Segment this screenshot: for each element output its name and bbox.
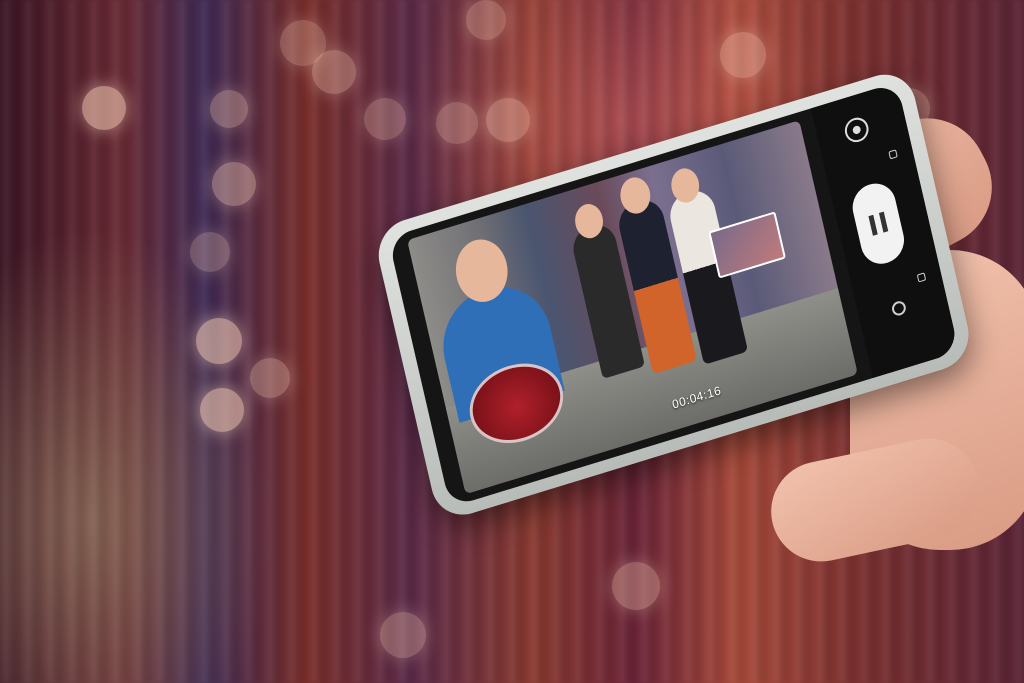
- flip-camera-icon[interactable]: [842, 114, 871, 146]
- bokeh-light: [436, 102, 478, 144]
- bokeh-light: [380, 612, 426, 658]
- bokeh-light: [720, 32, 766, 78]
- pause-icon[interactable]: [848, 178, 909, 270]
- bokeh-light: [466, 0, 506, 40]
- capture-icon[interactable]: [890, 299, 908, 318]
- picture-in-picture-preview[interactable]: [708, 211, 786, 279]
- bokeh-light: [200, 388, 244, 432]
- photo-scene: 00:04:16: [0, 0, 1024, 683]
- bokeh-light: [212, 162, 256, 206]
- bokeh-light: [82, 86, 126, 130]
- gallery-icon[interactable]: [916, 272, 927, 283]
- bokeh-light: [196, 318, 242, 364]
- settings-icon[interactable]: [888, 149, 898, 160]
- bokeh-light: [364, 98, 406, 140]
- bokeh-light: [612, 562, 660, 610]
- bokeh-light: [486, 98, 530, 142]
- bokeh-light: [190, 232, 230, 272]
- bokeh-light: [280, 20, 326, 66]
- bokeh-light: [250, 358, 290, 398]
- bokeh-light: [210, 90, 248, 128]
